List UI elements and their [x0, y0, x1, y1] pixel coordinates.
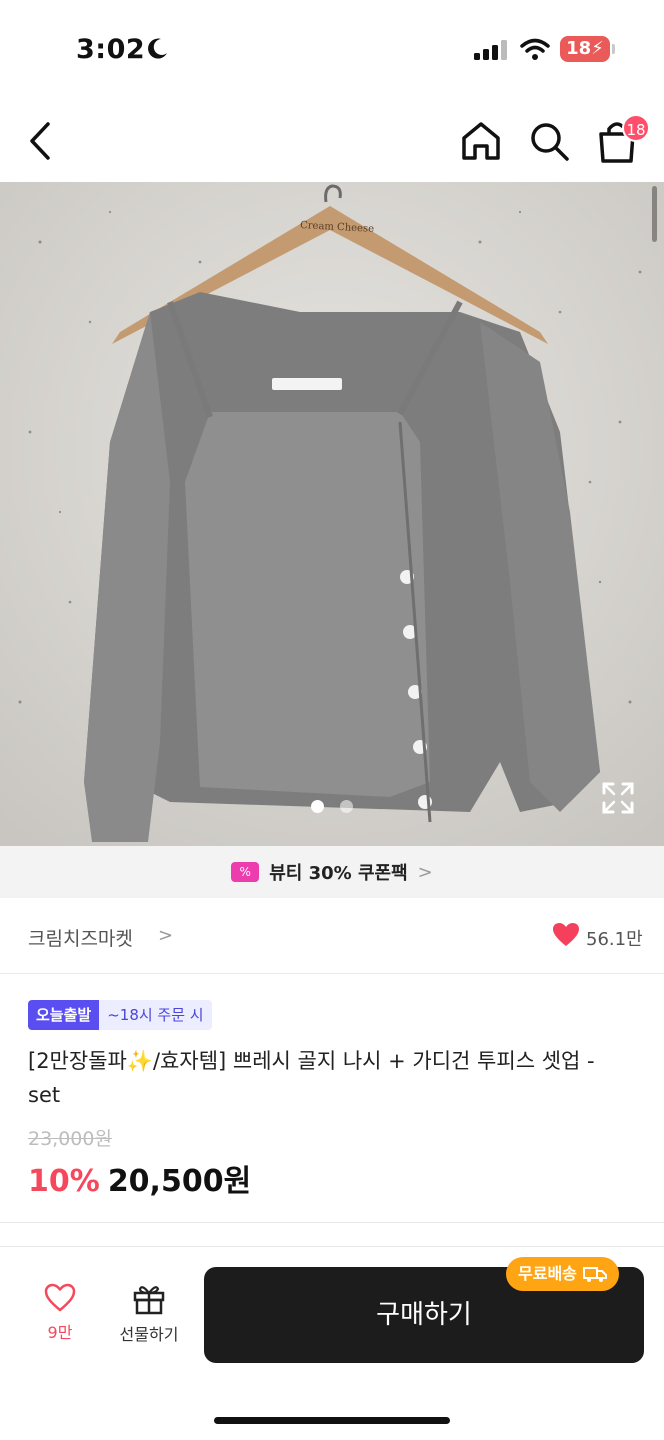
chevron-right-icon: > — [417, 861, 433, 883]
battery-level: 18 — [566, 38, 592, 59]
scroll-indicator — [652, 186, 657, 242]
bottom-action-bar: 9만 선물하기 구매하기 무료배송 — [0, 1246, 664, 1440]
original-price: 23,000원 — [28, 1128, 112, 1150]
today-shipping-badge: 오늘출발 — [28, 1000, 100, 1030]
sale-price: 20,500원 — [107, 1164, 252, 1199]
expand-icon[interactable] — [602, 782, 634, 814]
home-indicator — [214, 1417, 450, 1424]
status-time: 3:02 — [76, 34, 146, 65]
wishlist-button[interactable]: 9만 — [28, 1283, 92, 1353]
product-image[interactable]: Cream Cheese — [0, 182, 664, 846]
gift-button[interactable]: 선물하기 — [108, 1283, 190, 1353]
moon-icon — [148, 38, 167, 59]
coupon-text: 뷰티 30% 쿠폰팩 — [269, 863, 408, 884]
coupon-icon: % — [231, 862, 260, 882]
discount-rate: 10% — [28, 1164, 100, 1199]
back-button[interactable] — [18, 116, 66, 166]
truck-icon — [582, 1267, 607, 1282]
product-photo: Cream Cheese — [0, 182, 664, 846]
signal-icon — [474, 40, 507, 60]
free-shipping-label: 무료배송 — [518, 1264, 577, 1283]
wishlist-count: 9만 — [47, 1323, 73, 1342]
chevron-right-icon[interactable]: > — [158, 925, 173, 946]
heart-icon[interactable] — [552, 922, 580, 948]
cart-count-badge: 18 — [622, 114, 650, 142]
status-bar: 3:02 18⚡ — [0, 0, 664, 100]
product-title: [2만장돌파✨/효자템] 쁘레시 골지 나시 + 가디건 투피스 셋업 - se… — [28, 1049, 595, 1107]
free-shipping-badge: 무료배송 — [506, 1257, 619, 1291]
battery-icon: 18⚡ — [560, 36, 610, 62]
sale-price-row: 10% 20,500원 — [28, 1156, 251, 1200]
store-row: 크림치즈마켓 > 56.1만 — [0, 898, 664, 974]
gallery-dot[interactable] — [340, 800, 353, 813]
wifi-icon — [520, 38, 550, 60]
store-name-link[interactable]: 크림치즈마켓 — [28, 924, 133, 951]
order-deadline-badge: ~18시 주문 시 — [99, 1000, 212, 1030]
divider — [0, 1222, 664, 1223]
delivery-badge: 오늘출발 ~18시 주문 시 — [28, 1000, 212, 1030]
battery-nub — [612, 44, 615, 54]
search-button[interactable] — [526, 118, 572, 164]
gift-icon — [133, 1286, 165, 1315]
coupon-banner[interactable]: % 뷰티 30% 쿠폰팩 > — [0, 846, 664, 898]
gift-label: 선물하기 — [119, 1325, 179, 1344]
nav-bar — [0, 100, 664, 182]
gallery-dot-active[interactable] — [311, 800, 324, 813]
heart-outline-icon — [44, 1283, 76, 1312]
home-button[interactable] — [458, 118, 504, 164]
like-count: 56.1만 — [586, 929, 643, 950]
